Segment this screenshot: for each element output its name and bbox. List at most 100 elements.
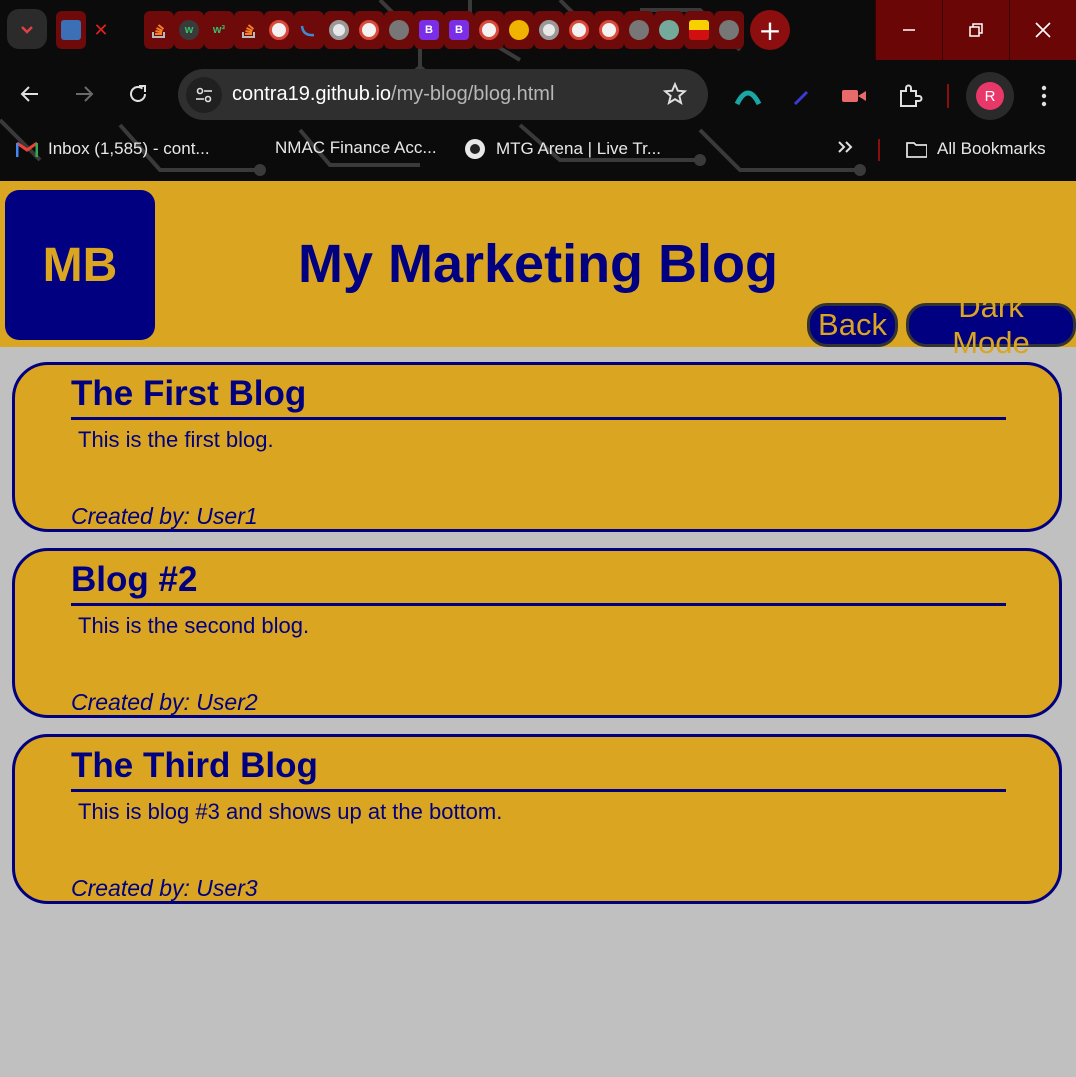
tune-icon: [196, 87, 212, 103]
url-path: /my-blog/blog.html: [391, 83, 555, 105]
extension-button[interactable]: [838, 80, 870, 112]
tab-search-button[interactable]: [7, 9, 47, 49]
new-tab-button[interactable]: +: [750, 10, 790, 50]
tab[interactable]: B: [414, 11, 444, 49]
stackoverflow-icon: [239, 20, 259, 40]
tab[interactable]: [234, 11, 264, 49]
tab[interactable]: [474, 11, 504, 49]
bookmark-label: MTG Arena | Live Tr...: [496, 139, 662, 158]
restore-icon: [969, 23, 983, 37]
blog-post-title: Blog #2: [71, 559, 1006, 606]
tab[interactable]: B: [444, 11, 474, 49]
globe-icon: [629, 20, 649, 40]
flag-icon: [689, 20, 709, 40]
chrome-icon: [539, 20, 559, 40]
tab[interactable]: [264, 11, 294, 49]
bookmark-label: Inbox (1,585) - cont...: [48, 139, 210, 158]
tab[interactable]: [594, 11, 624, 49]
all-bookmarks-button[interactable]: All Bookmarks: [905, 138, 1046, 160]
star-icon: [662, 81, 688, 105]
address-bar[interactable]: contra19.github.io/my-blog/blog.html: [178, 69, 708, 120]
reload-button[interactable]: [120, 76, 156, 112]
tab[interactable]: [684, 11, 714, 49]
w-icon: w: [179, 20, 199, 40]
bookmarks-divider: [878, 139, 880, 161]
bookmark-star-button[interactable]: [662, 81, 688, 112]
blog-post: Blog #2 This is the second blog. Created…: [12, 548, 1062, 718]
bookmarks-bar: Inbox (1,585) - cont... NMAC Finance Acc…: [0, 132, 1076, 168]
tab[interactable]: [534, 11, 564, 49]
double-chevron-right-icon: [838, 141, 853, 153]
tab-list: ✕ w w³ B B: [56, 11, 744, 49]
tab-close-button[interactable]: ✕: [86, 11, 116, 49]
google-icon: [269, 20, 289, 40]
tab[interactable]: [654, 11, 684, 49]
tab[interactable]: [294, 11, 324, 49]
tab[interactable]: [354, 11, 384, 49]
site-info-button[interactable]: [186, 77, 222, 113]
bookmark-item[interactable]: Inbox (1,585) - cont...: [16, 138, 210, 160]
extension-button[interactable]: [784, 80, 816, 112]
site-favicon-icon: [61, 20, 81, 40]
chrome-icon: [329, 20, 349, 40]
stackoverflow-icon: [149, 20, 169, 40]
plus-icon: +: [758, 13, 782, 47]
chevron-down-icon: [21, 26, 33, 34]
toolbar-divider: [947, 84, 949, 108]
url-host: contra19.github.io: [232, 83, 392, 105]
tab[interactable]: [714, 11, 744, 49]
profile-button[interactable]: R: [966, 72, 1014, 120]
blog-post: The Third Blog This is blog #3 and shows…: [12, 734, 1062, 904]
minimize-icon: [903, 29, 915, 31]
page-title: My Marketing Blog: [297, 234, 779, 294]
window-controls: [875, 0, 1076, 60]
pen-icon: [793, 90, 809, 106]
mtg-icon: [464, 138, 486, 160]
bookmark-item[interactable]: MTG Arena | Live Tr...: [464, 138, 661, 160]
tab[interactable]: [504, 11, 534, 49]
minimize-button[interactable]: [875, 0, 942, 60]
drive-icon: [509, 20, 529, 40]
restore-button[interactable]: [942, 0, 1009, 60]
tab[interactable]: [624, 11, 654, 49]
video-icon: [842, 90, 866, 102]
dark-mode-button[interactable]: Dark Mode: [906, 289, 1076, 360]
bookmark-item[interactable]: NMAC Finance Acc...: [275, 138, 437, 158]
blog-post-title: The First Blog: [71, 373, 1006, 420]
extension-button[interactable]: [732, 80, 764, 112]
tab-strip: ✕ w w³ B B +: [0, 0, 1076, 60]
arc-icon: [734, 90, 762, 106]
blog-post-body: This is the second blog.: [78, 613, 310, 638]
arrow-left-icon: [20, 86, 38, 102]
tab-active[interactable]: [56, 11, 86, 49]
blog-post-author: Created by: User2: [71, 689, 258, 715]
site-header: MB My Marketing Blog Back Dark Mode: [0, 181, 1076, 360]
url-text[interactable]: contra19.github.io/my-blog/blog.html: [232, 83, 554, 106]
forward-nav-button[interactable]: [66, 76, 102, 112]
extensions-menu-button[interactable]: [894, 80, 926, 112]
page-content: MB My Marketing Blog Back Dark Mode The …: [0, 181, 1076, 1077]
browser-chrome: ✕ w w³ B B + contra19.github.io/my-blog/…: [0, 0, 1076, 181]
reload-icon: [130, 85, 146, 102]
close-icon: [1035, 22, 1051, 38]
more-vertical-icon: [1041, 85, 1047, 107]
globe-icon: [719, 20, 739, 40]
browser-menu-button[interactable]: [1030, 80, 1058, 112]
tab[interactable]: [324, 11, 354, 49]
gmail-icon: [16, 138, 38, 160]
bootstrap-icon: B: [449, 20, 469, 40]
back-button[interactable]: Back: [807, 303, 898, 347]
google-icon: [599, 20, 619, 40]
close-window-button[interactable]: [1009, 0, 1076, 60]
tab[interactable]: [384, 11, 414, 49]
tab[interactable]: [144, 11, 174, 49]
blog-post-title: The Third Blog: [71, 745, 1006, 792]
blog-post-author: Created by: User1: [71, 503, 258, 529]
globe-icon: [389, 20, 409, 40]
bookmarks-overflow-button[interactable]: [836, 138, 854, 156]
tab[interactable]: [564, 11, 594, 49]
tab[interactable]: w: [174, 11, 204, 49]
back-nav-button[interactable]: [12, 76, 48, 112]
tab[interactable]: w³: [204, 11, 234, 49]
bootstrap-icon: B: [419, 20, 439, 40]
